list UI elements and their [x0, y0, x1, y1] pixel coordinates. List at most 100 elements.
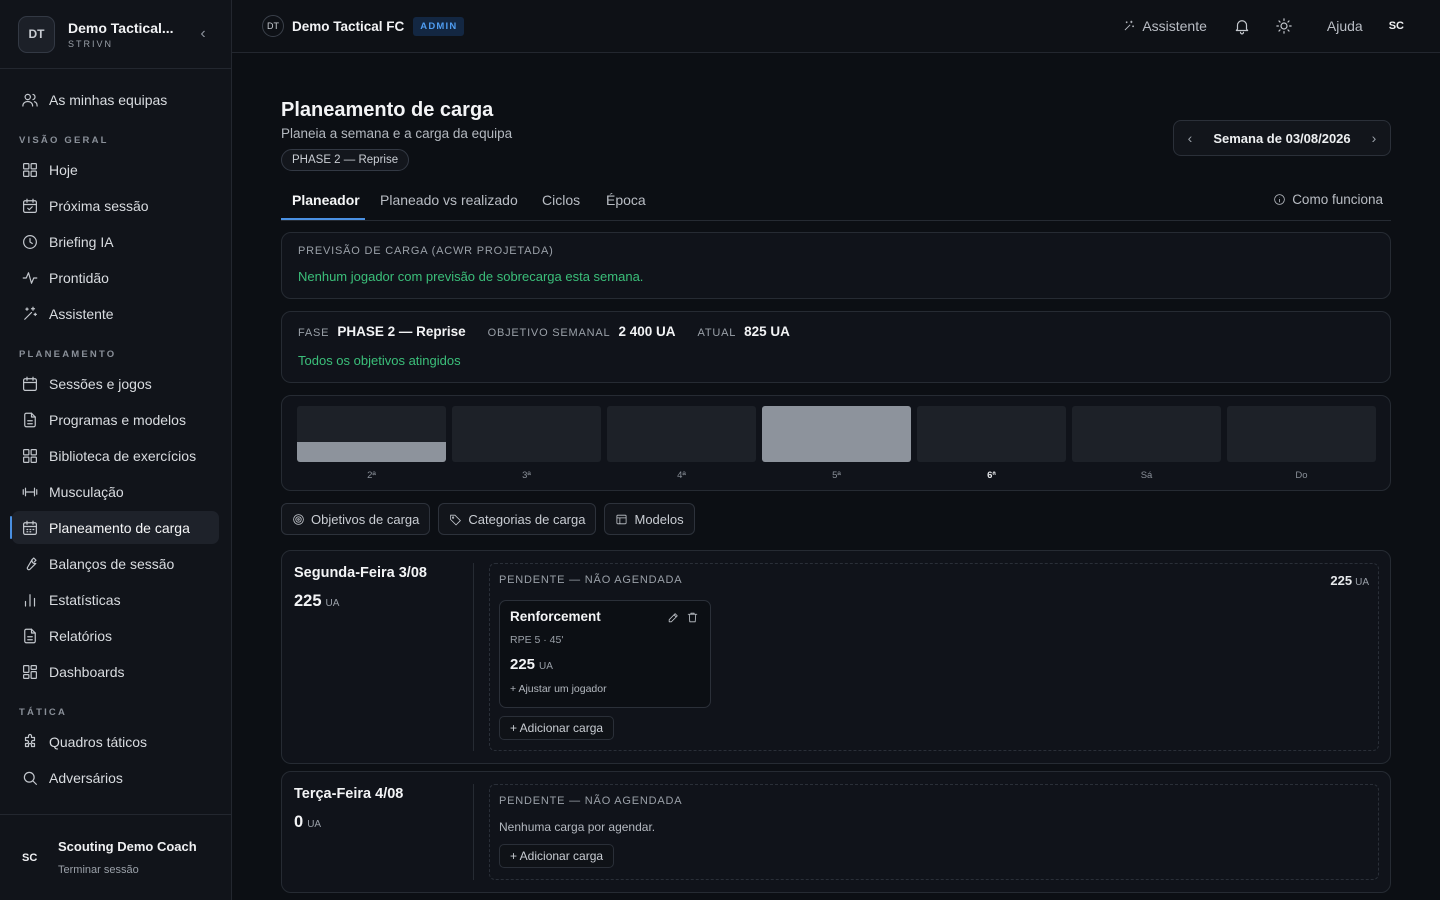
day-bar-fill — [297, 441, 446, 462]
assistant-button[interactable]: Assistente — [1122, 18, 1207, 34]
divider — [473, 563, 474, 751]
edit-icon[interactable] — [667, 611, 681, 625]
load-categories-label: Categorias de carga — [468, 511, 586, 527]
trash-icon[interactable] — [686, 611, 700, 625]
sidebar-item-statistics[interactable]: Estatísticas — [12, 583, 219, 616]
sidebar-item-dashboards[interactable]: Dashboards — [12, 655, 219, 688]
sidebar-item-today[interactable]: Hoje — [12, 153, 219, 186]
tab-season[interactable]: Época — [606, 192, 646, 208]
session-load-unit: UA — [539, 661, 553, 672]
add-load-button[interactable]: + Adicionar carga — [499, 716, 615, 740]
sparkles-icon — [20, 304, 40, 324]
logout-link[interactable]: Terminar sessão — [58, 864, 197, 876]
sidebar-item-label: Dashboards — [49, 663, 125, 680]
sidebar-item-label: Prontidão — [49, 269, 109, 286]
day-bar-label: Sá — [1140, 470, 1153, 481]
sidebar-item-ai-briefing[interactable]: Briefing IA — [12, 225, 219, 258]
pending-total-unit: UA — [1355, 577, 1369, 588]
sidebar-item-programs[interactable]: Programas e modelos — [12, 403, 219, 436]
day-bar-label: 6ª — [987, 470, 996, 481]
tab-planned-vs-actual[interactable]: Planeado vs realizado — [380, 192, 518, 208]
load-session-card[interactable]: Renforcement RPE 5 · 45' 225 UA + Ajustar… — [499, 600, 711, 708]
sun-icon[interactable] — [1275, 17, 1293, 35]
sidebar-item-tactical-boards[interactable]: Quadros táticos — [12, 725, 219, 758]
search-icon — [20, 768, 40, 788]
empty-message: Nenhuma carga por agendar. — [499, 820, 656, 834]
how-it-works-label: Como funciona — [1292, 192, 1383, 207]
activity-icon — [20, 268, 40, 288]
phase-value: PHASE 2 — Reprise — [337, 324, 466, 339]
sidebar-item-label: Relatórios — [49, 627, 113, 644]
topbar: DT Demo Tactical FC ADMIN Assistente Aju… — [232, 0, 1440, 53]
sidebar-item-readiness[interactable]: Prontidão — [12, 261, 219, 294]
load-forecast-card: PREVISÃO DE CARGA (ACWR PROJETADA) Nenhu… — [281, 232, 1391, 299]
help-link[interactable]: Ajuda — [1327, 18, 1363, 34]
target-icon — [293, 513, 304, 525]
tab-bar: Planeador Planeado vs realizado Ciclos É… — [281, 183, 1391, 221]
sidebar-item-label: Estatísticas — [49, 591, 121, 608]
sidebar-item-label: Balanços de sessão — [49, 555, 175, 572]
layout-icon — [20, 662, 40, 682]
pending-loads-zone: PENDENTE — NÃO AGENDADA 225 UA Renforceme… — [489, 563, 1379, 751]
day-load: 0 UA — [294, 813, 321, 832]
day-card: Segunda-Feira 3/08 225 UA PENDENTE — NÃO … — [281, 550, 1391, 764]
sidebar-item-label: Próxima sessão — [49, 197, 149, 214]
tab-cycles[interactable]: Ciclos — [542, 192, 580, 208]
templates-button[interactable]: Modelos — [604, 503, 695, 535]
team-switcher[interactable]: DT Demo Tactical... STRIVN ‹ — [0, 0, 231, 69]
sidebar-item-next-session[interactable]: Próxima sessão — [12, 189, 219, 222]
day-name: Terça-Feira 4/08 — [294, 786, 404, 802]
load-categories-button[interactable]: Categorias de carga — [438, 503, 597, 535]
weekly-target-key: OBJETIVO SEMANAL — [487, 327, 611, 339]
tab-planner[interactable]: Planeador — [292, 192, 360, 208]
day-bar-label: Do — [1295, 470, 1308, 481]
day-bar[interactable] — [452, 406, 601, 462]
day-bar-label: 4ª — [677, 470, 686, 481]
team-logo: DT — [18, 15, 55, 53]
sidebar-item-exercise-library[interactable]: Biblioteca de exercícios — [12, 439, 219, 472]
avatar[interactable]: SC — [1389, 20, 1404, 32]
day-bar[interactable] — [1072, 406, 1221, 462]
phase-summary-card: FASE PHASE 2 — Reprise OBJETIVO SEMANAL … — [281, 311, 1391, 383]
sidebar-item-assistant[interactable]: Assistente — [12, 297, 219, 330]
add-load-button[interactable]: + Adicionar carga — [499, 844, 615, 868]
forecast-message: Nenhum jogador com previsão de sobrecarg… — [298, 269, 644, 284]
team-name: Demo Tactical... — [68, 19, 174, 36]
load-targets-button[interactable]: Objetivos de carga — [281, 503, 431, 535]
day-bar-label: 2ª — [367, 470, 376, 481]
team-logo-small: DT — [262, 15, 284, 37]
day-load-value: 0 — [294, 813, 304, 831]
sidebar-item-label: Adversários — [49, 769, 123, 786]
dumbbell-icon — [20, 482, 40, 502]
previous-week-button[interactable]: ‹ — [1184, 130, 1196, 146]
template-icon — [616, 514, 627, 524]
calendar-check-icon — [20, 196, 40, 216]
how-it-works-link[interactable]: Como funciona — [1273, 192, 1383, 207]
sidebar-item-my-teams[interactable]: As minhas equipas — [12, 83, 219, 116]
weekly-target-value: 2 400 UA — [618, 324, 676, 339]
targets-status: Todos os objetivos atingidos — [298, 353, 461, 368]
sidebar-item-session-reviews[interactable]: Balanços de sessão — [12, 547, 219, 580]
sidebar-item-opponents[interactable]: Adversários — [12, 761, 219, 794]
phase-key: FASE — [298, 327, 330, 339]
user-panel: SC Scouting Demo Coach Terminar sessão — [0, 814, 231, 900]
day-bar[interactable] — [297, 406, 446, 462]
adjust-player-link[interactable]: + Ajustar um jogador — [510, 683, 607, 695]
day-bar[interactable] — [917, 406, 1066, 462]
day-bar[interactable] — [607, 406, 756, 462]
sidebar-item-sessions[interactable]: Sessões e jogos — [12, 367, 219, 400]
collapse-sidebar-button[interactable]: ‹ — [193, 25, 213, 43]
avatar[interactable]: SC — [22, 852, 46, 864]
sidebar-item-strength[interactable]: Musculação — [12, 475, 219, 508]
phase-badge: PHASE 2 — Reprise — [281, 149, 410, 171]
sidebar-item-reports[interactable]: Relatórios — [12, 619, 219, 652]
sidebar-item-load-planning[interactable]: Planeamento de carga — [10, 511, 219, 544]
day-load-unit: UA — [307, 819, 322, 830]
load-targets-label: Objetivos de carga — [311, 511, 420, 527]
tag-icon — [450, 514, 462, 525]
file-text-icon — [20, 626, 40, 646]
day-bar[interactable] — [762, 406, 911, 462]
day-bar[interactable] — [1227, 406, 1376, 462]
next-week-button[interactable]: › — [1368, 130, 1380, 146]
bell-icon[interactable] — [1233, 17, 1251, 35]
